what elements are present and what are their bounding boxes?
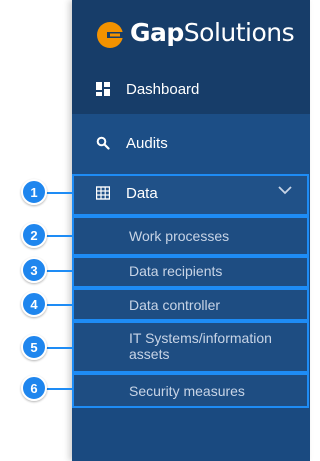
nav-dashboard-label: Dashboard	[126, 80, 200, 98]
step-marker-4: 4	[21, 291, 47, 317]
highlight-box-data-recipients	[72, 256, 309, 288]
step-marker-5: 5	[21, 334, 47, 360]
nav-dashboard[interactable]: Dashboard	[72, 64, 310, 114]
brand-header[interactable]: GapSolutions	[72, 0, 310, 64]
highlight-box-work-processes	[72, 216, 309, 256]
step-marker-1: 1	[21, 179, 47, 205]
marker-connector	[46, 304, 73, 306]
highlight-box-security-measures	[72, 373, 309, 408]
marker-connector	[46, 235, 73, 237]
nav-audits[interactable]: Audits	[72, 114, 310, 172]
step-marker-2: 2	[21, 222, 47, 248]
brand-name: GapSolutions	[130, 18, 295, 47]
dashboard-icon	[96, 82, 110, 96]
marker-connector	[46, 388, 73, 390]
marker-connector	[46, 270, 73, 272]
highlight-box-it-systems	[72, 321, 309, 373]
marker-connector	[46, 192, 73, 194]
search-icon	[96, 136, 110, 150]
step-marker-3: 3	[21, 257, 47, 283]
step-marker-6: 6	[21, 375, 47, 401]
highlight-box-data-controller	[72, 288, 309, 321]
highlight-box-data	[72, 174, 309, 216]
nav-audits-label: Audits	[126, 134, 168, 152]
marker-connector	[46, 347, 73, 349]
gapsolutions-logo-icon	[97, 22, 124, 48]
